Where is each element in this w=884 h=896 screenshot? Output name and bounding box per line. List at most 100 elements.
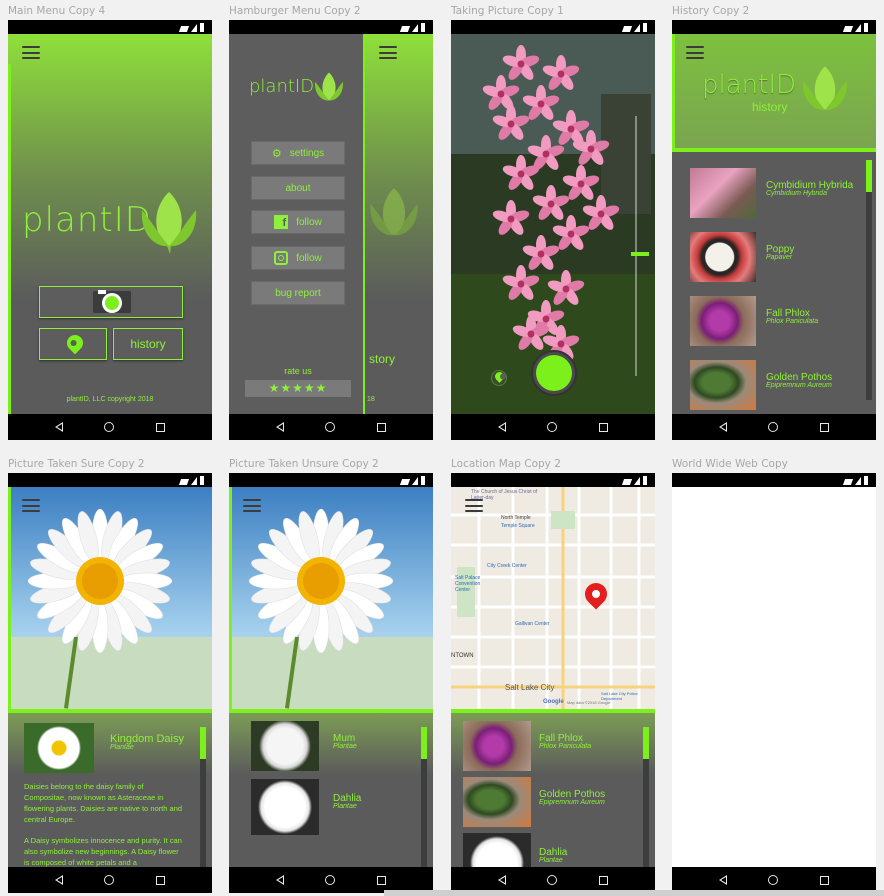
home-icon[interactable] — [547, 422, 558, 432]
list-item[interactable]: Dahlia Plantae — [229, 779, 419, 835]
accent-edge — [8, 487, 11, 709]
camera-viewfinder[interactable] — [451, 34, 655, 414]
list-item[interactable]: Mum Plantae — [229, 721, 419, 773]
history-subtitle: history — [752, 100, 788, 114]
suggestion-list: Mum Plantae Dahlia Plantae — [229, 713, 433, 867]
history-button[interactable]: history — [113, 328, 183, 360]
logo-text: plantID — [22, 200, 152, 240]
recents-icon[interactable] — [820, 875, 830, 885]
drawer-logo-text: plantID — [249, 76, 315, 97]
google-logo: Google — [543, 699, 564, 705]
status-bar — [672, 20, 876, 34]
artboard-title: Picture Taken Sure Copy 2 — [8, 458, 145, 470]
gear-icon: ⚙ — [271, 147, 282, 160]
artboard-title: Picture Taken Unsure Copy 2 — [229, 458, 379, 470]
menu-follow-instagram-button[interactable]: follow — [251, 246, 345, 270]
menu-about-button[interactable]: about — [251, 176, 345, 200]
rating-stars[interactable]: ★★★★★ — [245, 380, 351, 397]
plant-scientific-name: Plantae — [539, 857, 563, 864]
back-icon[interactable] — [497, 422, 506, 432]
leaf-logo-icon — [314, 72, 344, 101]
horizontal-scrollbar[interactable] — [384, 890, 884, 896]
facebook-icon: f — [274, 215, 289, 229]
plant-thumbnail — [690, 168, 756, 218]
list-item[interactable]: Fall Phlox Phlox Paniculata — [451, 721, 641, 771]
recents-icon[interactable] — [599, 422, 609, 432]
recents-icon[interactable] — [377, 875, 387, 885]
status-bar — [229, 473, 433, 487]
drawer-panel: plantID ⚙ settings about f follow follow… — [229, 34, 365, 414]
hamburger-menu-icon[interactable] — [686, 46, 704, 59]
scrollbar[interactable] — [643, 727, 649, 867]
leaf-logo-icon — [370, 188, 418, 236]
back-icon[interactable] — [275, 422, 284, 432]
nav-bar — [451, 414, 655, 440]
copyright-text: plantID, LLC copyright 2018 — [66, 396, 154, 403]
menu-item-label: follow — [296, 216, 322, 228]
map-label: Gallivan Center — [515, 621, 550, 627]
plant-thumbnail — [463, 777, 531, 827]
instagram-icon — [274, 251, 289, 265]
back-icon[interactable] — [497, 875, 506, 885]
plant-scientific-name: Plantae — [333, 743, 357, 750]
nav-bar — [8, 867, 212, 893]
zoom-track — [635, 116, 637, 376]
recents-icon[interactable] — [599, 875, 609, 885]
shutter-button[interactable] — [531, 350, 577, 396]
status-bar — [451, 473, 655, 487]
nav-bar — [8, 414, 212, 440]
scrollbar[interactable] — [866, 160, 872, 400]
home-icon[interactable] — [325, 422, 336, 432]
plant-scientific-name: Plantae — [110, 744, 134, 751]
home-icon[interactable] — [547, 875, 558, 885]
scrollbar[interactable] — [421, 727, 427, 867]
back-icon[interactable] — [275, 875, 284, 885]
location-toggle[interactable] — [491, 370, 507, 386]
recents-icon[interactable] — [156, 875, 166, 885]
menu-bug-report-button[interactable]: bug report — [251, 281, 345, 305]
hamburger-menu-icon[interactable] — [243, 499, 261, 512]
web-view[interactable] — [672, 487, 876, 867]
menu-follow-facebook-button[interactable]: f follow — [251, 210, 345, 234]
camera-button[interactable] — [39, 286, 183, 318]
back-icon[interactable] — [718, 422, 727, 432]
home-icon[interactable] — [768, 875, 779, 885]
list-item[interactable]: Fall Phlox Phlox Paniculata — [672, 296, 864, 348]
scrollbar[interactable] — [200, 727, 206, 867]
location-pin-icon — [493, 370, 506, 383]
hamburger-menu-icon[interactable] — [465, 499, 483, 512]
back-icon[interactable] — [718, 875, 727, 885]
plant-scientific-name: Cymbidium Hybrida — [766, 190, 828, 197]
history-list: Cymbidium Hybrida Cymbidium Hybrida Popp… — [672, 152, 876, 414]
home-icon[interactable] — [325, 875, 336, 885]
recents-icon[interactable] — [820, 422, 830, 432]
home-icon[interactable] — [768, 422, 779, 432]
hamburger-menu-icon[interactable] — [22, 499, 40, 512]
result-panel: Kingdom Daisy Plantae Daisies belong to … — [8, 713, 212, 867]
artboard-title: Hamburger Menu Copy 2 — [229, 5, 361, 17]
list-item[interactable]: Cymbidium Hybrida Cymbidium Hybrida — [672, 168, 864, 220]
location-button[interactable] — [39, 328, 107, 360]
menu-settings-button[interactable]: ⚙ settings — [251, 141, 345, 165]
zoom-slider-handle[interactable] — [631, 252, 649, 256]
back-icon[interactable] — [54, 422, 63, 432]
hamburger-menu-icon[interactable] — [379, 46, 397, 59]
map-view[interactable]: The Church of Jesus Christ of Latter-day… — [451, 487, 655, 709]
list-item[interactable]: Golden Pothos Epipremnum Aureum — [451, 777, 641, 827]
back-icon[interactable] — [54, 875, 63, 885]
list-item[interactable]: Poppy Papaver — [672, 232, 864, 284]
recents-icon[interactable] — [377, 422, 387, 432]
plant-scientific-name: Epipremnum Aureum — [539, 799, 605, 806]
menu-item-label: follow — [296, 252, 322, 264]
list-item[interactable]: Dahlia Plantae — [451, 833, 641, 867]
logo-text: plantID — [702, 70, 797, 100]
hamburger-menu-icon[interactable] — [22, 46, 40, 59]
home-icon[interactable] — [104, 422, 115, 432]
home-icon[interactable] — [104, 875, 115, 885]
recents-icon[interactable] — [156, 422, 166, 432]
list-item[interactable]: Golden Pothos Epipremnum Aureum — [672, 360, 864, 412]
map-label: NTOWN — [451, 653, 474, 659]
accent-edge — [229, 487, 232, 709]
nearby-list: Fall Phlox Phlox Paniculata Golden Potho… — [451, 713, 655, 867]
status-bar — [8, 473, 212, 487]
